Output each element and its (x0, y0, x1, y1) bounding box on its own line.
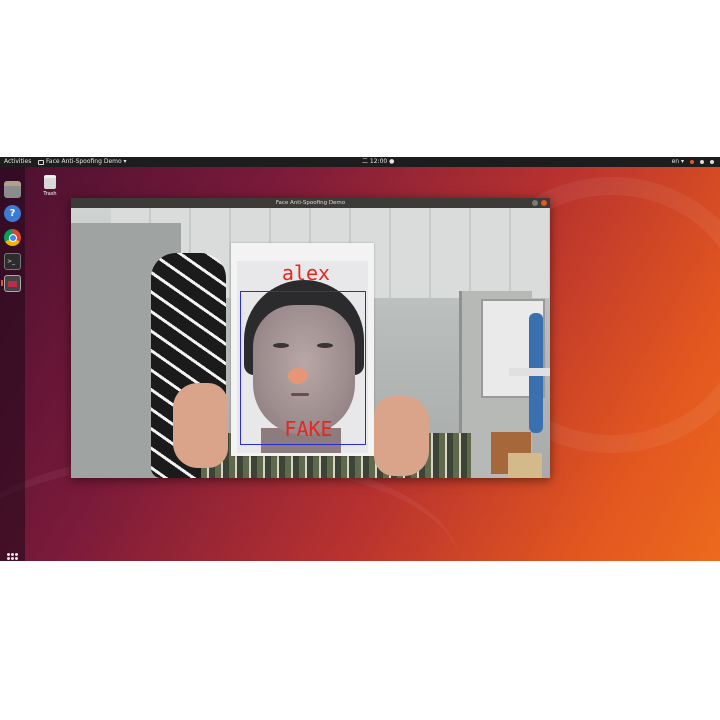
boxes (508, 453, 542, 478)
terminal-icon[interactable]: >_ (4, 253, 21, 270)
help-glyph: ? (9, 208, 16, 219)
power-icon[interactable] (710, 160, 714, 164)
active-app-indicator (1, 280, 3, 286)
input-method-indicator[interactable]: en ▾ (672, 157, 684, 167)
clock[interactable]: 二 12:00 ● (362, 157, 394, 167)
activities-button[interactable]: Activities (4, 157, 31, 167)
spoof-result-label: FAKE (284, 417, 333, 441)
close-button[interactable] (541, 200, 547, 206)
trash-desktop-item[interactable]: Trash (41, 175, 59, 198)
system-tray[interactable]: en ▾ (672, 157, 714, 167)
window-title: Face Anti-Spoofing Demo (275, 200, 346, 206)
network-icon[interactable] (700, 160, 704, 164)
app-window: Face Anti-Spoofing Demo alex FAKE (71, 198, 550, 478)
app-menu[interactable]: Face Anti-Spoofing Demo ▾ (38, 157, 127, 167)
dock: ? >_ (0, 167, 25, 561)
window-titlebar[interactable]: Face Anti-Spoofing Demo (71, 198, 550, 208)
files-icon[interactable] (4, 181, 21, 198)
top-panel: Activities Face Anti-Spoofing Demo ▾ 二 1… (0, 157, 720, 167)
left-hand (173, 383, 228, 468)
right-hand (374, 396, 429, 476)
app-window-icon (38, 159, 44, 165)
terminal-glyph: >_ (7, 258, 16, 265)
trash-label: Trash (43, 191, 57, 197)
minimize-button[interactable] (532, 200, 538, 206)
help-icon[interactable]: ? (4, 205, 21, 222)
chrome-icon[interactable] (4, 229, 21, 246)
app-menu-label: Face Anti-Spoofing Demo ▾ (46, 158, 127, 165)
camera-feed: alex FAKE (71, 208, 550, 478)
detected-name-label: alex (281, 261, 331, 285)
screen-app-icon[interactable] (4, 275, 21, 292)
show-applications-icon[interactable] (7, 553, 18, 561)
shelf (509, 368, 550, 376)
notification-icon[interactable] (690, 160, 694, 164)
trash-icon (44, 175, 56, 189)
